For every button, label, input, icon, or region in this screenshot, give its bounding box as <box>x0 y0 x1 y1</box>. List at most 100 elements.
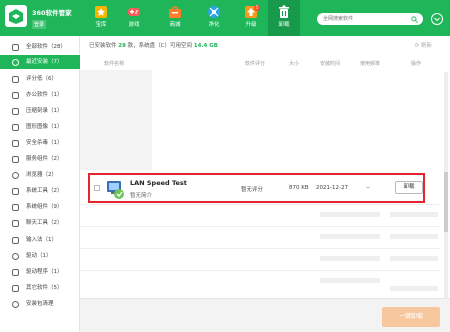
sidebar-item-label: 安全杀毒（1） <box>26 140 63 146</box>
brand-name: 360软件管家 <box>32 9 72 17</box>
star-icon <box>95 6 107 18</box>
sidebar-item-label: 驱动（1） <box>26 253 52 259</box>
col-install-time[interactable]: 安装时间 <box>320 60 340 67</box>
sidebar-item-label: 输入法（1） <box>26 237 57 243</box>
keyboard-icon <box>12 236 19 244</box>
col-size[interactable]: 大小 <box>289 60 299 67</box>
sidebar-item-label: 安装包清理 <box>26 301 54 307</box>
uninstall-button[interactable]: 卸载 <box>395 181 423 194</box>
brand: 360软件管家 登录 <box>32 7 72 29</box>
col-action: 操作 <box>411 61 422 67</box>
installed-count: 28 <box>118 43 126 49</box>
sidebar-item-image[interactable]: 图形图像（1） <box>0 120 80 134</box>
tab-label: 净化 <box>208 22 220 28</box>
tab-shop[interactable]: 商城 <box>159 3 191 33</box>
tab-uninstall[interactable]: 卸载 <box>268 0 300 36</box>
other-icon <box>12 284 19 292</box>
sidebar-item-low-rating[interactable]: 评分低（6） <box>0 72 80 86</box>
sidebar-item-driver[interactable]: 驱动（1） <box>0 249 80 263</box>
sidebar-item-label: 系统工具（2） <box>26 188 63 194</box>
app-logo-icon <box>5 5 27 27</box>
sidebar-item-driver-program[interactable]: 驱动程序（1） <box>0 265 80 279</box>
software-rating: 暂无评分 <box>241 187 264 193</box>
tab-label: 升级 <box>245 22 257 28</box>
footer-bar: 一键卸载 <box>80 298 450 332</box>
one-click-uninstall-button[interactable]: 一键卸载 <box>382 307 440 327</box>
top-bar: 360软件管家 登录 宝库 游戏 商城 净化 升级 5 卸载 <box>0 0 450 36</box>
compress-icon <box>12 107 19 115</box>
software-name: LAN Speed Test <box>130 179 187 187</box>
sidebar-item-label: 办公软件（1） <box>26 92 63 98</box>
sidebar-item-input-method[interactable]: 输入法（1） <box>0 233 80 247</box>
trash-icon <box>279 5 289 18</box>
refresh-button[interactable]: ⟳ 刷新 <box>415 41 432 49</box>
sidebar-item-package-clean[interactable]: 安装包清理 <box>0 297 80 311</box>
sidebar-item-browser[interactable]: 浏览器（2） <box>0 168 80 182</box>
shop-icon <box>169 6 181 18</box>
table-header: 软件名称 软件评分 大小 安装时间 使用频率 操作 <box>80 56 450 70</box>
sidebar-item-compress[interactable]: 压缩刻录（1） <box>0 104 80 118</box>
clean-icon <box>12 300 19 308</box>
chat-icon <box>12 219 19 227</box>
tab-label: 宝库 <box>95 22 107 28</box>
sidebar-item-all[interactable]: 全部软件（28） <box>0 40 80 54</box>
lan-speed-test-icon <box>107 181 124 199</box>
sidebar-item-chat[interactable]: 聊天工具（2） <box>0 216 80 230</box>
image-icon <box>12 123 19 131</box>
scrollbar-thumb[interactable] <box>444 172 448 232</box>
sidebar-item-label: 其它软件（5） <box>26 285 63 291</box>
tab-treasury[interactable]: 宝库 <box>85 3 117 33</box>
category-sidebar: 全部软件（28） 最近安装（7） 评分低（6） 办公软件（1） 压缩刻录（1） … <box>0 36 80 332</box>
table-row-lan-speed-test[interactable]: LAN Speed Test 暂无简介 暂无评分 870 KB 2021-12-… <box>88 173 425 203</box>
search-input[interactable] <box>317 13 407 25</box>
system-icon <box>12 203 19 211</box>
sidebar-item-label: 驱动程序（1） <box>26 269 63 275</box>
sidebar-item-security[interactable]: 安全杀毒（1） <box>0 136 80 150</box>
tab-upgrade[interactable]: 升级 5 <box>235 3 267 33</box>
tab-label: 卸载 <box>278 22 290 28</box>
office-icon <box>12 91 19 99</box>
tab-purify[interactable]: 净化 <box>198 3 230 33</box>
dropdown-menu-button[interactable] <box>431 13 443 25</box>
sidebar-item-system-tools[interactable]: 系统工具（2） <box>0 184 80 198</box>
main-panel: 已安装软件 28 款，系统盘（C）可用空间 14.4 GB ⟳ 刷新 软件名称 … <box>80 36 450 332</box>
tab-label: 商城 <box>169 22 181 28</box>
software-size: 870 KB <box>289 185 309 191</box>
software-description: 暂无简介 <box>130 193 153 199</box>
purify-icon <box>208 6 220 18</box>
sidebar-item-recent[interactable]: 最近安装（7） <box>0 55 80 69</box>
install-date: 2021-12-27 <box>316 185 348 191</box>
sidebar-item-other[interactable]: 其它软件（5） <box>0 281 80 295</box>
gamepad-icon <box>128 8 140 16</box>
col-frequency[interactable]: 使用频率 <box>360 60 380 67</box>
sidebar-item-label: 系统组件（9） <box>26 204 63 210</box>
login-link[interactable]: 登录 <box>32 20 47 29</box>
thumb-down-icon <box>12 75 19 83</box>
sidebar-item-office[interactable]: 办公软件（1） <box>0 88 80 102</box>
col-name[interactable]: 软件名称 <box>104 60 124 67</box>
component-icon <box>12 155 19 163</box>
chevron-down-icon <box>434 17 440 22</box>
search-box <box>317 13 423 25</box>
sidebar-item-label: 图形图像（1） <box>26 124 63 130</box>
sidebar-item-label: 服务组件（2） <box>26 156 63 162</box>
sidebar-item-components[interactable]: 服务组件（2） <box>0 152 80 166</box>
tab-label: 游戏 <box>128 22 140 28</box>
col-rating[interactable]: 软件评分 <box>245 60 265 67</box>
free-space: 14.4 GB <box>193 43 218 49</box>
summary-mid: 款，系统盘（C）可用空间 <box>127 43 193 49</box>
driver-program-icon <box>12 268 19 276</box>
sidebar-item-label: 全部软件（28） <box>26 44 66 50</box>
search-icon[interactable] <box>411 16 418 23</box>
scrollbar[interactable] <box>444 72 448 302</box>
sidebar-item-label: 浏览器（2） <box>26 172 57 178</box>
sidebar-item-system-components[interactable]: 系统组件（9） <box>0 200 80 214</box>
row-checkbox[interactable] <box>94 185 100 191</box>
sidebar-item-label: 最近安装（7） <box>26 59 63 65</box>
upgrade-count-badge: 5 <box>254 5 260 11</box>
tab-games[interactable]: 游戏 <box>118 3 150 33</box>
sidebar-item-label: 聊天工具（2） <box>26 220 63 226</box>
shield-icon <box>12 139 19 147</box>
install-summary: 已安装软件 28 款，系统盘（C）可用空间 14.4 GB <box>89 41 218 49</box>
driver-icon <box>12 252 19 260</box>
